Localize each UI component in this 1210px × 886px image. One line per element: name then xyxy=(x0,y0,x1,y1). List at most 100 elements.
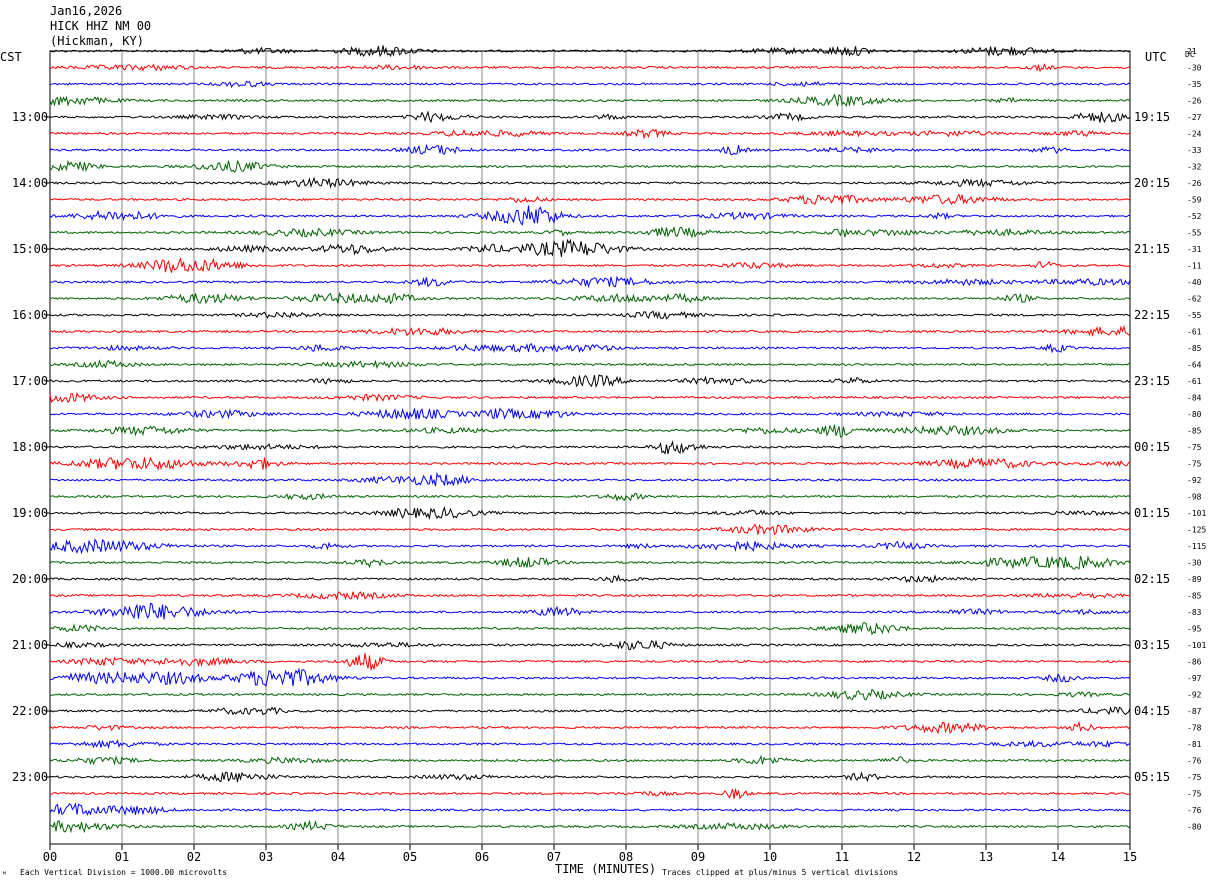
x-tick-label: 15 xyxy=(1123,850,1137,864)
x-tick-label: 01 xyxy=(115,850,129,864)
dc-offset-label: -62 xyxy=(1187,295,1202,304)
cst-hour-label: 19:00 xyxy=(12,506,48,520)
date-label: Jan16,2026 xyxy=(50,4,123,18)
seismic-trace xyxy=(49,62,1131,73)
cst-hour-label: 17:00 xyxy=(12,374,48,388)
dc-offset-label: -86 xyxy=(1187,658,1202,667)
dc-offset-label: -98 xyxy=(1187,493,1202,502)
seismic-trace xyxy=(49,555,1131,570)
seismic-trace xyxy=(49,310,1131,320)
dc-offset-label: -55 xyxy=(1187,229,1202,238)
seismic-trace xyxy=(49,238,1131,257)
x-tick-label: 13 xyxy=(979,850,993,864)
seismic-trace xyxy=(49,819,1131,834)
helicorder-plot: 00 01 02 03 04 05 06 07 08 09 10 11 12 13 14 1521-30-35… xyxy=(12,45,1206,864)
seismic-trace xyxy=(49,471,1131,487)
cst-hour-label: 18:00 xyxy=(12,440,48,454)
seismic-trace xyxy=(49,667,1131,688)
utc-hour-label: 22:15 xyxy=(1134,308,1170,322)
utc-hour-label: 03:15 xyxy=(1134,638,1170,652)
utc-hour-label: 23:15 xyxy=(1134,374,1170,388)
seismic-trace xyxy=(49,80,1131,89)
left-timezone-label: CST xyxy=(0,50,22,64)
seismic-trace xyxy=(49,226,1131,239)
seismic-trace xyxy=(49,622,1131,636)
clipping-note: Traces clipped at plus/minus 5 vertical … xyxy=(662,868,899,877)
seismic-trace xyxy=(49,688,1131,701)
seismic-trace xyxy=(49,392,1131,404)
cst-hour-label: 16:00 xyxy=(12,308,48,322)
dc-offset-label: -33 xyxy=(1187,146,1202,155)
dc-offset-label: -115 xyxy=(1187,542,1206,551)
dc-offset-label: -11 xyxy=(1187,262,1202,271)
utc-hour-label: 04:15 xyxy=(1134,704,1170,718)
dc-offset-label: -24 xyxy=(1187,130,1202,139)
seismic-trace xyxy=(49,359,1131,370)
seismic-trace xyxy=(49,591,1131,601)
dc-offset-label: -30 xyxy=(1187,559,1202,568)
dc-offset-label: -40 xyxy=(1187,278,1202,287)
seismic-trace xyxy=(49,324,1131,337)
dc-offset-label: -30 xyxy=(1187,64,1202,73)
seismic-trace xyxy=(49,492,1131,502)
dc-offset-label: -27 xyxy=(1187,113,1202,122)
x-tick-label: 04 xyxy=(331,850,345,864)
dc-offset-label: -92 xyxy=(1187,476,1202,485)
seismic-trace xyxy=(49,193,1131,206)
location-label: (Hickman, KY) xyxy=(50,34,144,48)
seismic-trace xyxy=(49,788,1131,800)
vertical-division-note: Each Vertical Division = 1000.00 microvo… xyxy=(20,868,228,877)
dc-offset-label: -95 xyxy=(1187,625,1202,634)
seismic-trace xyxy=(49,440,1131,455)
cst-hour-label: 22:00 xyxy=(12,704,48,718)
seismic-trace xyxy=(49,720,1131,735)
dc-offset-label: -76 xyxy=(1187,806,1202,815)
seismic-trace xyxy=(49,424,1131,438)
utc-hour-label: 02:15 xyxy=(1134,572,1170,586)
seismic-trace xyxy=(49,538,1131,555)
cst-hour-label: 15:00 xyxy=(12,242,48,256)
x-tick-label: 10 xyxy=(763,850,777,864)
station-label: HICK HHZ NM 00 xyxy=(50,19,152,33)
seismic-trace xyxy=(49,639,1131,651)
dc-offset-label: -89 xyxy=(1187,575,1202,584)
seismic-trace xyxy=(49,128,1131,140)
seismic-trace xyxy=(49,374,1131,389)
dc-offset-label: -83 xyxy=(1187,608,1202,617)
dc-offset-label: -85 xyxy=(1187,427,1202,436)
dc-offset-label: -26 xyxy=(1187,179,1202,188)
dc-offset-label: -75 xyxy=(1187,773,1202,782)
x-tick-label: 05 xyxy=(403,850,417,864)
seismic-trace xyxy=(49,523,1131,536)
dc-offset-label: -85 xyxy=(1187,592,1202,601)
dc-offset-label: -26 xyxy=(1187,97,1202,106)
dc-offset-label: -76 xyxy=(1187,757,1202,766)
dc-offset-label: -92 xyxy=(1187,691,1202,700)
dc-offset-label: -61 xyxy=(1187,377,1202,386)
dc-offset-label: -75 xyxy=(1187,460,1202,469)
seismic-trace xyxy=(49,754,1131,766)
seismic-trace xyxy=(49,93,1131,108)
dc-offset-label: -32 xyxy=(1187,163,1202,172)
seismic-trace xyxy=(49,176,1131,189)
x-tick-label: 06 xyxy=(475,850,489,864)
seismic-trace xyxy=(49,771,1131,783)
cst-hour-label: 21:00 xyxy=(12,638,48,652)
dc-offset-label: -85 xyxy=(1187,344,1202,353)
seismic-trace xyxy=(49,343,1131,354)
dc-offset-label: -125 xyxy=(1187,526,1206,535)
seismic-trace xyxy=(49,739,1131,750)
x-axis-title: TIME (MINUTES) xyxy=(555,862,657,876)
dc-offset-label: -101 xyxy=(1187,641,1206,650)
dc-header-label: DC xyxy=(1185,50,1195,59)
seismic-trace xyxy=(49,143,1131,156)
dc-offset-label: -31 xyxy=(1187,245,1202,254)
utc-hour-label: 05:15 xyxy=(1134,770,1170,784)
seismic-trace xyxy=(49,802,1131,817)
utc-hour-label: 20:15 xyxy=(1134,176,1170,190)
seismic-trace xyxy=(49,205,1131,226)
seismic-trace xyxy=(49,456,1131,471)
seismic-trace xyxy=(49,653,1131,671)
dc-offset-label: -59 xyxy=(1187,196,1202,205)
dc-offset-label: -87 xyxy=(1187,707,1202,716)
